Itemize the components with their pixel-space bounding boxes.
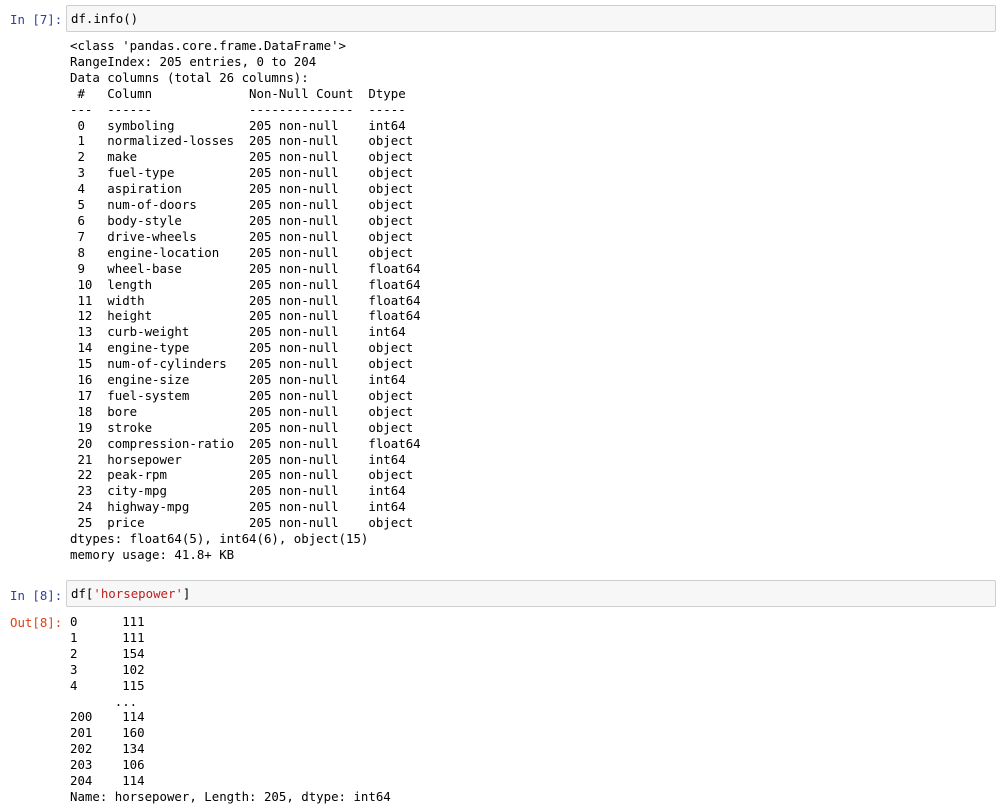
output-line: 3 102	[70, 661, 145, 677]
output-line: 201 160	[70, 725, 145, 741]
output-line: --- ------ -------------- -----	[70, 101, 421, 117]
output-line: memory usage: 41.8+ KB	[70, 547, 235, 562]
output-line: 200 114	[70, 709, 145, 725]
output-line: 14 engine-type 205 non-null object	[70, 340, 421, 356]
output-line: 20 compression-ratio 205 non-null float6…	[70, 435, 421, 451]
input-prompt: In [7]:	[10, 12, 63, 27]
output-line: 9 wheel-base 205 non-null float64	[70, 260, 421, 276]
output-line: 202 134	[70, 741, 145, 757]
output-line: 1 111	[70, 629, 145, 645]
output-line: 2 make 205 non-null object	[70, 149, 421, 165]
output-line: 25 price 205 non-null object	[70, 515, 421, 531]
output-line: 8 engine-location 205 non-null object	[70, 244, 421, 260]
output-line: RangeIndex: 205 entries, 0 to 204	[70, 53, 317, 69]
code-text: df['horsepower']	[71, 586, 190, 601]
output-line: 2 154	[70, 645, 145, 661]
code-string-literal: 'horsepower'	[93, 586, 183, 601]
code-suffix: ]	[182, 586, 191, 601]
output-line: 24 highway-mpg 205 non-null int64	[70, 499, 421, 515]
output-line: <class 'pandas.core.frame.DataFrame'>	[70, 38, 347, 53]
output-line: 16 engine-size 205 non-null int64	[70, 372, 421, 388]
output-line: Name: horsepower, Length: 205, dtype: in…	[70, 788, 391, 804]
output-line: 7 drive-wheels 205 non-null object	[70, 228, 421, 244]
output-line: 6 body-style 205 non-null object	[70, 212, 421, 228]
output-line: 12 height 205 non-null float64	[70, 308, 421, 324]
cell-output: 0 111 1 111 2 154 3 102 4 115 ... 200 114 201…	[70, 614, 990, 805]
output-line: # Column Non-Null Count Dtype	[70, 85, 421, 101]
code-input[interactable]: df['horsepower']	[66, 580, 996, 607]
output-line: 11 width 205 non-null float64	[70, 292, 421, 308]
code-text: df.info()	[71, 11, 139, 26]
code-prefix: df[	[71, 586, 94, 601]
output-line: 15 num-of-cylinders 205 non-null object	[70, 356, 421, 372]
output-line: 18 bore 205 non-null object	[70, 403, 421, 419]
output-line: 10 length 205 non-null float64	[70, 276, 421, 292]
output-line: 17 fuel-system 205 non-null object	[70, 387, 421, 403]
output-line: 203 106	[70, 757, 145, 773]
output-line: 204 114	[70, 773, 145, 789]
output-line: 3 fuel-type 205 non-null object	[70, 165, 421, 181]
output-line: 23 city-mpg 205 non-null int64	[70, 483, 421, 499]
output-line: Data columns (total 26 columns):	[70, 69, 309, 85]
output-prompt: Out[8]:	[10, 615, 63, 630]
output-line: dtypes: float64(5), int64(6), object(15)	[70, 531, 369, 547]
input-prompt: In [8]:	[10, 588, 63, 603]
output-line: 13 curb-weight 205 non-null int64	[70, 324, 421, 340]
output-line: 4 aspiration 205 non-null object	[70, 181, 421, 197]
output-line: 22 peak-rpm 205 non-null object	[70, 467, 421, 483]
output-line: ...	[70, 693, 145, 709]
output-line: 5 num-of-doors 205 non-null object	[70, 197, 421, 213]
output-line: 1 normalized-losses 205 non-null object	[70, 133, 421, 149]
output-line: 4 115	[70, 677, 145, 693]
output-line: 0 111	[70, 614, 145, 629]
output-line: 0 symboling 205 non-null int64	[70, 117, 421, 133]
cell-output: <class 'pandas.core.frame.DataFrame'> Ran…	[70, 38, 990, 563]
output-line: 21 horsepower 205 non-null int64	[70, 451, 421, 467]
output-line: 19 stroke 205 non-null object	[70, 419, 421, 435]
code-input[interactable]: df.info()	[66, 5, 996, 32]
